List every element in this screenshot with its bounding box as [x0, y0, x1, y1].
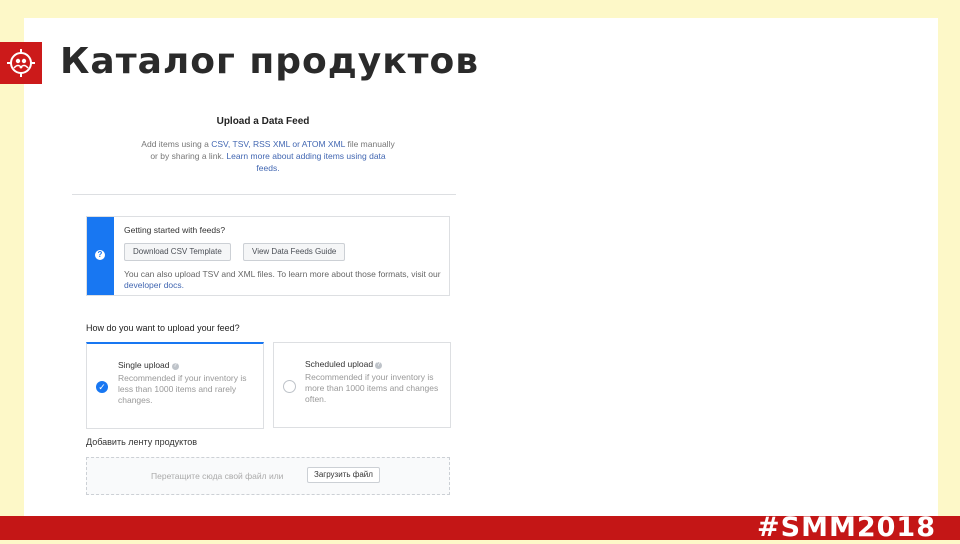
upload-method-question: How do you want to upload your feed? [86, 323, 240, 333]
option-title-text: Scheduled upload [305, 359, 374, 369]
option-title: Single upload? [118, 360, 179, 370]
file-dropzone[interactable]: Перетащите сюда свой файл или Загрузить … [86, 457, 450, 495]
upload-dialog-title: Upload a Data Feed [216, 116, 310, 127]
help-icon: ? [95, 250, 105, 260]
logo [0, 42, 42, 84]
developer-docs-link[interactable]: developer docs. [124, 280, 184, 290]
upload-dialog-description: Add items using a CSV, TSV, RSS XML or A… [140, 138, 396, 174]
footer-bar: #SMM2018 [0, 512, 960, 543]
view-data-feeds-guide-button[interactable]: View Data Feeds Guide [243, 243, 346, 261]
checkmark-icon[interactable]: ✓ [96, 381, 108, 393]
radio-empty-icon[interactable] [283, 380, 296, 393]
desc-prefix: Add items using a [141, 139, 212, 149]
single-upload-option[interactable]: ✓ Single upload? Recommended if your inv… [86, 342, 264, 429]
getting-started-box: ? Getting started with feeds? Download C… [86, 216, 450, 296]
note-text: You can also upload TSV and XML files. T… [124, 269, 441, 279]
getting-started-heading: Getting started with feeds? [124, 225, 226, 235]
community-logo-icon [7, 49, 35, 77]
option-title: Scheduled upload? [305, 359, 383, 369]
info-strip: ? [87, 217, 114, 295]
option-description: Recommended if your inventory is more th… [305, 372, 439, 404]
scheduled-upload-option[interactable]: Scheduled upload? Recommended if your in… [273, 342, 451, 428]
option-description: Recommended if your inventory is less th… [118, 373, 247, 405]
facebook-upload-screenshot: Upload a Data Feed Add items using a CSV… [70, 110, 460, 500]
formats-link[interactable]: CSV, TSV, RSS XML or ATOM XML [211, 139, 345, 149]
add-feed-label: Добавить ленту продуктов [86, 437, 198, 447]
dropzone-text: Перетащите сюда свой файл или [151, 471, 284, 481]
upload-file-button[interactable]: Загрузить файл [307, 467, 380, 483]
divider [72, 194, 456, 195]
learn-more-link[interactable]: Learn more about adding items using data… [226, 151, 385, 173]
slide-title: Каталог продуктов [60, 41, 480, 82]
option-title-text: Single upload [118, 360, 170, 370]
getting-started-note: You can also upload TSV and XML files. T… [124, 269, 444, 291]
download-csv-template-button[interactable]: Download CSV Template [124, 243, 231, 261]
info-icon: ? [375, 362, 383, 369]
info-icon: ? [171, 363, 179, 370]
footer-hashtag: #SMM2018 [757, 512, 936, 543]
